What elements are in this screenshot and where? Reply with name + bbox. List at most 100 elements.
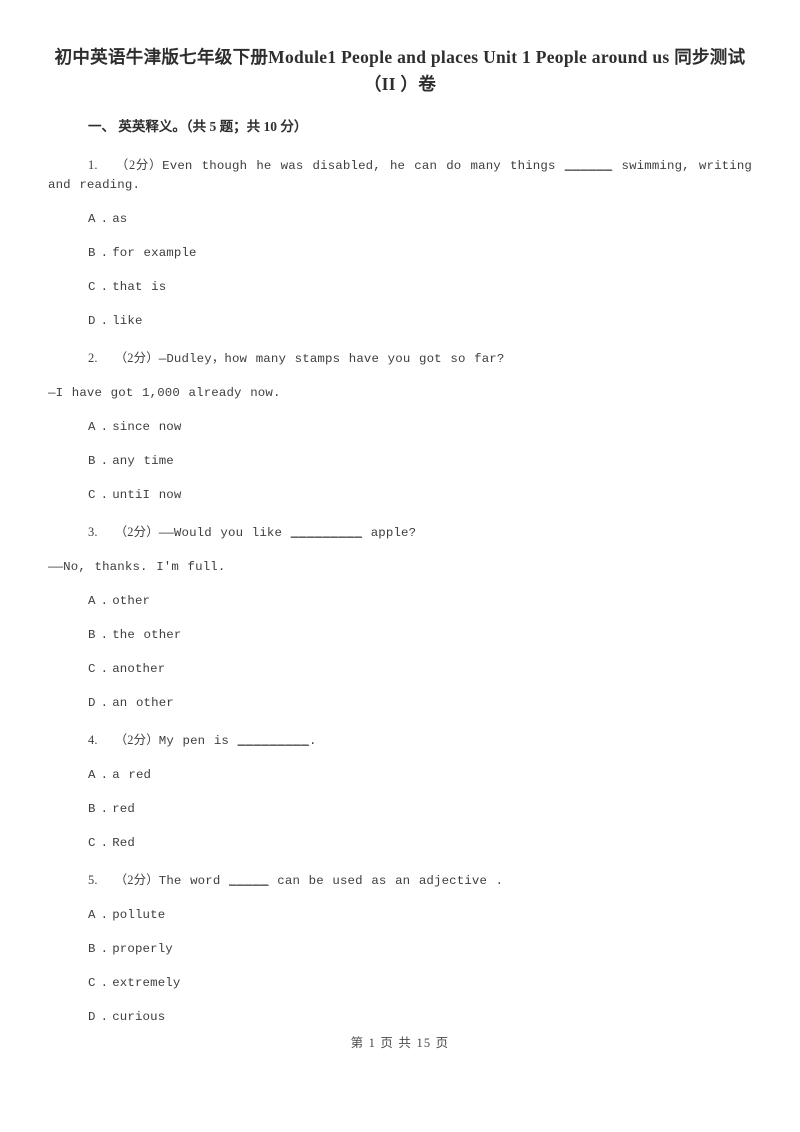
option-text: a red (112, 768, 152, 782)
option-b[interactable]: B. red (48, 800, 752, 819)
option-letter: D (88, 1010, 96, 1024)
question-number: 1. (88, 158, 98, 172)
question-block: 1. （2分）Even though he was disabled, he c… (48, 156, 752, 331)
question-score: （2分） (115, 158, 163, 172)
option-separator: . (100, 280, 109, 294)
option-text: an other (112, 696, 174, 710)
option-c[interactable]: C. extremely (48, 974, 752, 993)
option-text: pollute (112, 908, 166, 922)
option-b[interactable]: B. for example (48, 244, 752, 263)
question-stem: 3. （2分）——Would you like _________ apple? (48, 523, 752, 543)
section-heading: 一、 英英释义。（共 5 题；共 10 分） (88, 119, 308, 134)
option-letter: A (88, 768, 96, 782)
option-separator: . (100, 696, 109, 710)
question-block: 5. （2分）The word _____ can be used as an … (48, 871, 752, 1027)
option-text: other (112, 594, 151, 608)
option-c[interactable]: C. untiI now (48, 486, 752, 505)
question-text-before-blank: My pen is (158, 734, 238, 748)
option-letter: B (88, 942, 96, 956)
option-separator: . (100, 246, 109, 260)
option-separator: . (100, 1010, 109, 1024)
question-text-before-blank: Even though he was disabled, he can do m… (162, 159, 565, 173)
question-text-before-blank: The word (158, 874, 230, 888)
option-a[interactable]: A. other (48, 592, 752, 611)
document-page: 初中英语牛津版七年级下册Module1 People and places Un… (0, 0, 800, 1132)
option-letter: A (88, 420, 96, 434)
option-text: that is (112, 280, 167, 294)
question-stem: 5. （2分）The word _____ can be used as an … (48, 871, 752, 891)
question-number: 3. (88, 525, 98, 539)
option-letter: C (88, 662, 96, 676)
option-separator: . (100, 488, 109, 502)
option-list: A.a red B. red C. Red (48, 766, 752, 853)
option-separator: . (100, 976, 109, 990)
option-a[interactable]: A.a red (48, 766, 752, 785)
option-text: since now (112, 420, 182, 434)
page-footer: 第 1 页 共 15 页 (350, 1036, 450, 1050)
option-a[interactable]: A. pollute (48, 906, 752, 925)
option-c[interactable]: C. another (48, 660, 752, 679)
question-block: 3. （2分）——Would you like _________ apple?… (48, 523, 752, 713)
page-title: 初中英语牛津版七年级下册Module1 People and places Un… (54, 47, 746, 94)
option-b[interactable]: B. properly (48, 940, 752, 959)
option-letter: A (88, 212, 96, 226)
option-b[interactable]: B. the other (48, 626, 752, 645)
option-b[interactable]: B. any time (48, 452, 752, 471)
option-separator: . (100, 420, 109, 434)
option-text: any time (112, 454, 174, 468)
option-letter: A (88, 908, 96, 922)
option-d[interactable]: D. curious (48, 1008, 752, 1027)
option-letter: B (88, 454, 96, 468)
option-list: A. other B. the other C. another D. an other (48, 592, 752, 713)
option-letter: C (88, 976, 96, 990)
answer-blank[interactable]: ______ (565, 159, 613, 173)
answer-blank[interactable]: _________ (291, 526, 362, 540)
question-score: （2分） (114, 351, 159, 365)
option-separator: . (100, 802, 109, 816)
option-letter: B (88, 628, 96, 642)
option-letter: D (88, 314, 96, 328)
option-text: like (112, 314, 143, 328)
option-separator: . (100, 662, 109, 676)
question-score: （2分） (114, 873, 159, 887)
answer-blank[interactable]: _________ (238, 734, 309, 748)
option-d[interactable]: D. like (48, 312, 752, 331)
option-separator: . (100, 908, 109, 922)
answer-blank[interactable]: _____ (229, 874, 269, 888)
question-text-after-blank: apple? (362, 526, 417, 540)
option-a[interactable]: A. as (48, 210, 752, 229)
option-c[interactable]: C. Red (48, 834, 752, 853)
option-text: another (112, 662, 166, 676)
option-a[interactable]: A. since now (48, 418, 752, 437)
option-c[interactable]: C. that is (48, 278, 752, 297)
question-text-after-blank: can be used as an adjective . (268, 874, 504, 888)
option-text: properly (112, 942, 173, 956)
option-d[interactable]: D. an other (48, 694, 752, 713)
option-letter: B (88, 802, 96, 816)
option-letter: C (88, 280, 96, 294)
option-text: the other (112, 628, 182, 642)
question-stem: 1. （2分）Even though he was disabled, he c… (48, 156, 752, 195)
question-number: 5. (88, 873, 98, 887)
question-score: （2分） (114, 525, 159, 539)
option-text: as (112, 212, 128, 226)
question-text-before-blank: ——Would you like (158, 526, 291, 540)
option-letter: C (88, 488, 96, 502)
option-letter: D (88, 696, 96, 710)
option-letter: C (88, 836, 96, 850)
option-list: A. pollute B. properly C. extremely D. curious (48, 906, 752, 1027)
option-list: A. as B. for example C. that is D. like (48, 210, 752, 331)
option-separator: . (100, 836, 109, 850)
option-text: curious (112, 1010, 166, 1024)
question-continuation: —I have got 1,000 already now. (48, 386, 281, 400)
option-text: for example (112, 246, 197, 260)
option-list: A. since now B. any time C. untiI now (48, 418, 752, 505)
option-text: extremely (112, 976, 181, 990)
option-text: red (112, 802, 135, 816)
question-number: 2. (88, 351, 98, 365)
option-text: untiI now (112, 488, 182, 502)
option-letter: B (88, 246, 96, 260)
option-separator: . (100, 212, 109, 226)
option-separator: . (100, 314, 109, 328)
option-separator: . (100, 594, 109, 608)
